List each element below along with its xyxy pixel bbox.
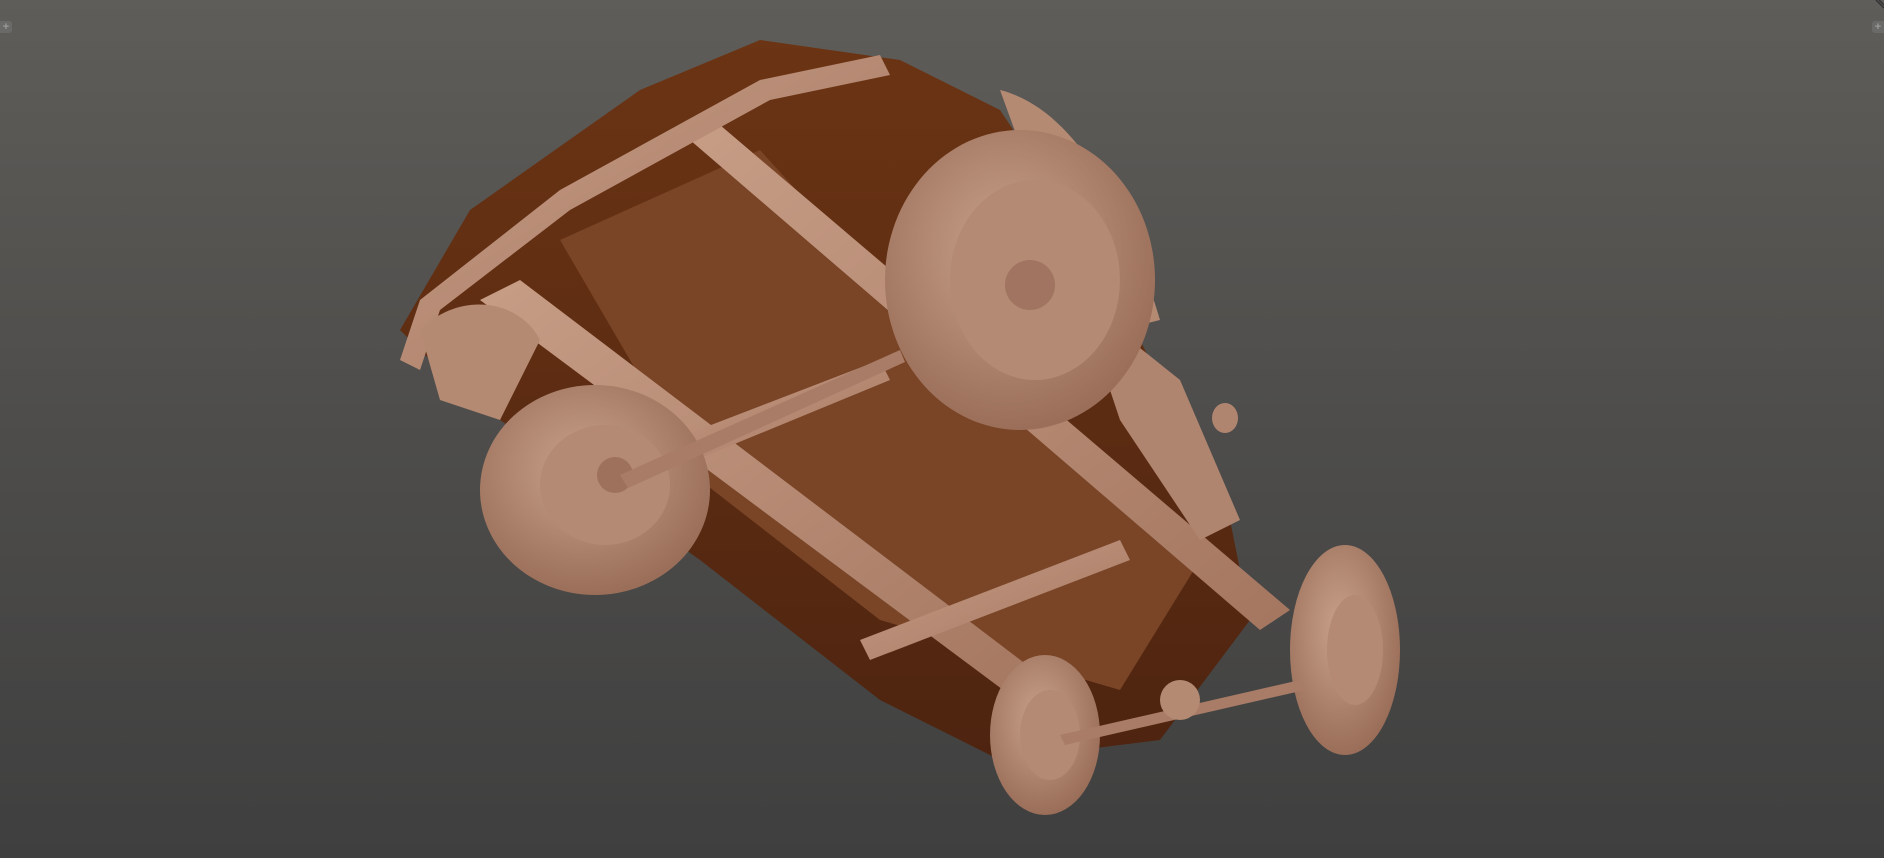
differential: [1160, 680, 1200, 720]
3d-viewport[interactable]: + +: [0, 0, 1884, 858]
wheel-rear-right: [885, 130, 1155, 430]
side-mirror: [1212, 403, 1238, 433]
wheel-front-right: [1290, 545, 1400, 755]
car-model-render[interactable]: [0, 0, 1884, 858]
wheel-front-left: [480, 385, 710, 595]
